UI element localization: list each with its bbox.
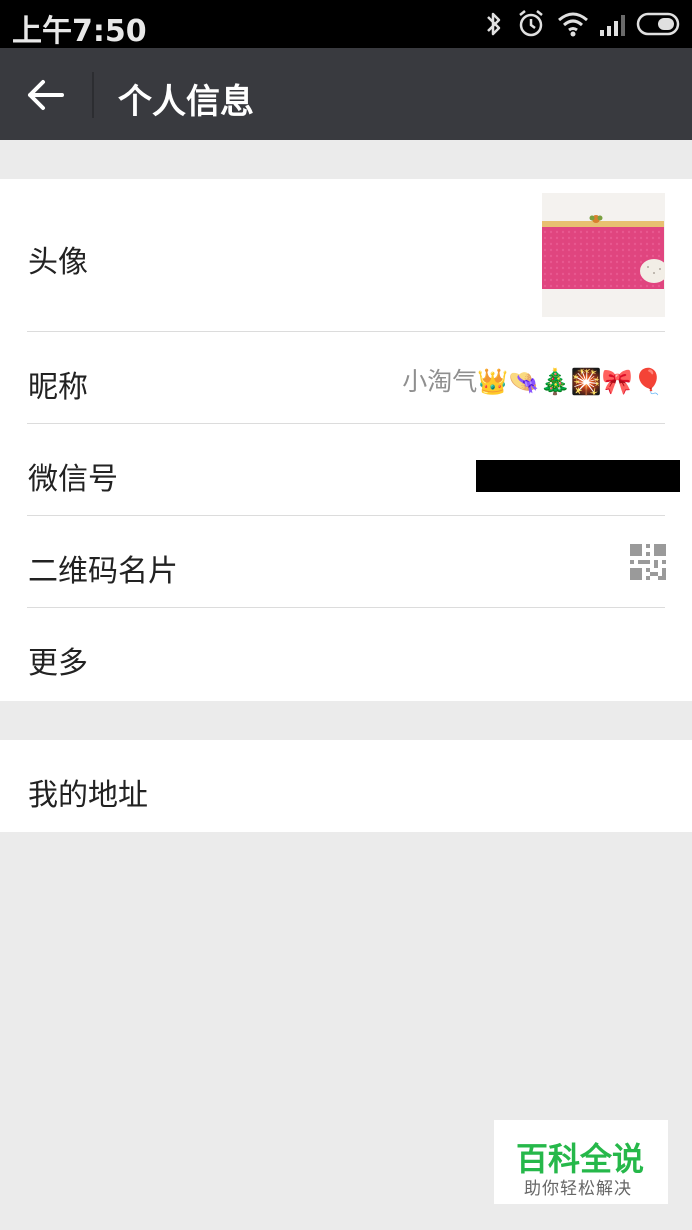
title-divider: [92, 72, 94, 118]
wechat-id-value-redacted: [476, 460, 680, 492]
alarm-icon: [519, 10, 543, 37]
more-label: 更多: [28, 646, 88, 681]
my-address-label: 我的地址: [28, 778, 148, 813]
status-icons: [482, 8, 682, 40]
watermark-logo: 百科全说 助你轻松解决: [494, 1120, 668, 1204]
qr-card-label: 二维码名片: [28, 554, 178, 589]
status-time: 上午7:50: [12, 14, 147, 49]
qr-card-row[interactable]: 二维码名片: [0, 516, 692, 608]
arrow-left-icon: [28, 80, 64, 110]
nickname-row[interactable]: 昵称 小淘气👑👒🎄🎇🎀🎈: [0, 332, 692, 424]
back-button[interactable]: [22, 70, 72, 120]
battery-icon: [636, 12, 680, 36]
nickname-label: 昵称: [28, 370, 88, 405]
status-bar: 上午7:50: [0, 0, 692, 49]
wifi-icon: [558, 12, 588, 37]
avatar[interactable]: [542, 193, 668, 317]
title-bar: 个人信息: [0, 48, 692, 140]
nickname-value: 小淘气👑👒🎄🎇🎀🎈: [402, 367, 664, 396]
my-address-row[interactable]: 我的地址: [0, 740, 692, 832]
avatar-image: [542, 193, 668, 317]
wechat-id-label: 微信号: [28, 462, 118, 497]
watermark-subtitle: 助你轻松解决: [524, 1179, 632, 1199]
qr-code-icon: [630, 544, 666, 580]
address-group: 我的地址: [0, 740, 692, 832]
avatar-label: 头像: [28, 245, 88, 280]
signal-icon: [600, 15, 625, 36]
page-title: 个人信息: [118, 82, 254, 122]
bluetooth-icon: [487, 12, 501, 36]
more-row[interactable]: 更多: [0, 608, 692, 701]
